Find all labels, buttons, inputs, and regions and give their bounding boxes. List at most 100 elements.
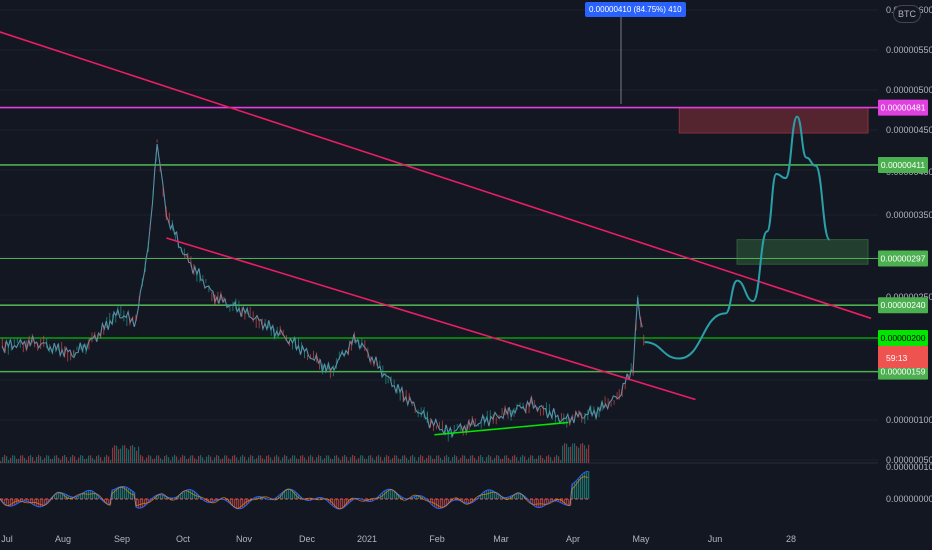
time-tick-label: Sep [114,534,130,544]
volume-bar [428,455,430,463]
volume-bar [494,457,496,463]
oscillator-bar [438,499,440,509]
volume-bar [132,445,134,463]
volume-bar [450,460,452,463]
volume-bar [138,446,140,463]
volume-bar [334,455,336,463]
volume-bar [32,457,34,463]
oscillator-bar [86,491,88,499]
volume-bar [102,460,104,463]
volume-bar [432,458,434,463]
oscillator-bar [58,493,60,499]
volume-bar [144,460,146,463]
oscillator-bar [384,491,386,499]
volume-bar [118,449,120,463]
volume-bar [372,457,374,463]
volume-bar [566,443,568,463]
volume-bar [90,455,92,463]
volume-bar [402,455,404,463]
volume-bar [468,458,470,463]
volume-bar [96,456,98,463]
volume-bar [146,457,148,463]
oscillator-bar [288,489,290,499]
price-chart[interactable]: 0.000006000.000005500.000005000.00000450… [0,0,932,550]
volume-bar [250,455,252,463]
volume-bar [208,455,210,463]
volume-bar [172,456,174,463]
volume-bar [258,455,260,463]
volume-bar [110,460,112,463]
volume-bar [268,455,270,463]
volume-bar [206,456,208,463]
volume-bar [318,455,320,463]
volume-bar [438,455,440,463]
volume-bar [274,456,276,463]
volume-bar [238,460,240,463]
volume-bar [478,456,480,463]
oscillator-bar [140,499,142,509]
time-tick-label: Feb [429,534,445,544]
volume-bar [454,455,456,463]
volume-bar [580,444,582,463]
volume-bar [358,458,360,463]
oscillator-bar [490,489,492,499]
volume-bar [414,456,416,463]
volume-bar [254,459,256,463]
volume-bar [408,460,410,463]
time-tick-label: Mar [493,534,509,544]
volume-bar [326,455,328,463]
volume-bar [202,457,204,463]
volume-bar [120,448,122,463]
volume-bar [104,456,106,463]
volume-bar [98,455,100,463]
volume-bar [84,459,86,463]
oscillator-bar [32,499,34,504]
volume-bar [508,457,510,463]
volume-bar [152,459,154,463]
volume-bar [54,455,56,463]
volume-bar [296,458,298,463]
oscillator-bar [120,486,122,499]
oscillator-bar [40,499,42,507]
oscillator-bar [80,494,82,499]
volume-bar [586,448,588,463]
volume-bar [528,457,530,463]
volume-bar [234,455,236,463]
oscillator-bar [536,499,538,507]
volume-bar [502,458,504,463]
volume-bar [28,456,30,463]
time-tick-label: May [632,534,650,544]
volume-bar [406,457,408,463]
volume-bar [490,456,492,463]
volume-bar [424,459,426,463]
volume-bar [116,445,118,463]
oscillator-bar [532,499,534,504]
volume-bar [482,456,484,463]
volume-bar [196,459,198,463]
volume-bar [56,455,58,463]
volume-bar [396,455,398,463]
volume-bar [500,458,502,463]
oscillator-bar [538,499,540,508]
volume-bar [276,455,278,463]
volume-bar [368,455,370,463]
volume-bar [564,443,566,463]
volume-bar [158,455,160,463]
oscillator-bar [234,499,236,507]
oscillator-bar [390,489,392,499]
volume-bar [66,457,68,463]
currency-badge[interactable]: BTC [893,5,921,23]
volume-bar [194,458,196,463]
volume-bar [550,457,552,463]
volume-bar [524,456,526,463]
volume-bar [182,455,184,463]
volume-bar [412,455,414,463]
volume-bar [94,459,96,463]
price-tick-label: 0.00000100 [886,415,932,425]
oscillator-bar [436,499,438,508]
volume-bar [246,460,248,463]
volume-bar [480,455,482,463]
volume-bar [336,455,338,463]
volume-bar [560,460,562,463]
volume-bar [310,455,312,463]
